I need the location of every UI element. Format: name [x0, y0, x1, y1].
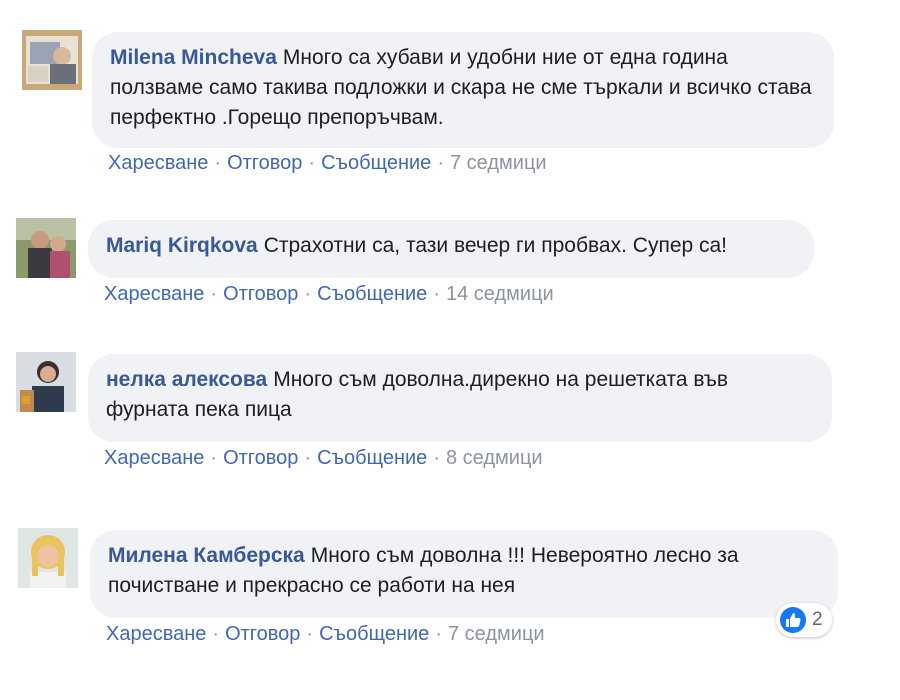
- avatar-image: [18, 528, 78, 588]
- avatar-image: [16, 352, 76, 412]
- comment-text: Страхотни са, тази вечер ги пробвах. Суп…: [263, 234, 728, 257]
- reply-link[interactable]: Отговор: [223, 283, 298, 305]
- avatar[interactable]: [16, 352, 76, 412]
- separator: ·: [210, 283, 218, 305]
- separator: ·: [433, 447, 440, 469]
- separator: ·: [308, 152, 316, 174]
- reply-link[interactable]: Отговор: [225, 623, 300, 645]
- message-link[interactable]: Съобщение: [317, 283, 427, 305]
- avatar-image: [22, 30, 82, 90]
- reply-link[interactable]: Отговор: [223, 447, 298, 469]
- comment-timestamp[interactable]: 14 седмици: [446, 283, 554, 305]
- separator: ·: [306, 623, 314, 645]
- comment-actions: Харесване · Отговор · Съобщение · 14 седмици: [104, 282, 554, 306]
- like-link[interactable]: Харесване: [104, 283, 204, 305]
- separator: ·: [304, 447, 312, 469]
- separator: ·: [435, 623, 442, 645]
- avatar[interactable]: [18, 528, 78, 588]
- like-link[interactable]: Харесване: [106, 623, 206, 645]
- like-icon: [780, 607, 806, 633]
- separator: ·: [433, 283, 440, 305]
- comment-bubble: Милена Камберска Много съм доволна !!! Не…: [90, 530, 838, 618]
- avatar-image: [16, 218, 76, 278]
- reply-link[interactable]: Отговор: [227, 152, 302, 174]
- comment-author[interactable]: Милена Камберска: [108, 544, 305, 567]
- comment-actions: Харесване · Отговор · Съобщение · 7 седмици: [106, 622, 545, 646]
- comment-actions: Харесване · Отговор · Съобщение · 7 седмици: [108, 151, 547, 175]
- message-link[interactable]: Съобщение: [319, 623, 429, 645]
- comment-timestamp[interactable]: 7 седмици: [448, 623, 545, 645]
- comment-thread: Milena Mincheva Много са хубави и удобни …: [0, 0, 900, 700]
- comment-timestamp[interactable]: 8 седмици: [446, 447, 543, 469]
- like-link[interactable]: Харесване: [104, 447, 204, 469]
- separator: ·: [304, 283, 312, 305]
- separator: ·: [212, 623, 220, 645]
- comment-timestamp[interactable]: 7 седмици: [450, 152, 547, 174]
- message-link[interactable]: Съобщение: [317, 447, 427, 469]
- reaction-count: 2: [812, 609, 823, 630]
- reaction-count-badge[interactable]: 2: [776, 603, 832, 637]
- separator: ·: [210, 447, 218, 469]
- comment-bubble: нелка алексова Много съм доволна.дирекно …: [88, 354, 832, 442]
- comment-author[interactable]: нелка алексова: [106, 368, 267, 391]
- comment-actions: Харесване · Отговор · Съобщение · 8 седмици: [104, 446, 543, 470]
- separator: ·: [437, 152, 444, 174]
- avatar[interactable]: [22, 30, 82, 90]
- like-link[interactable]: Харесване: [108, 152, 208, 174]
- separator: ·: [214, 152, 222, 174]
- comment-author[interactable]: Mariq Kirqkova: [106, 234, 258, 257]
- avatar[interactable]: [16, 218, 76, 278]
- message-link[interactable]: Съобщение: [321, 152, 431, 174]
- comment-bubble: Mariq Kirqkova Страхотни са, тази вечер г…: [88, 220, 814, 278]
- comment-bubble: Milena Mincheva Много са хубави и удобни …: [92, 32, 834, 148]
- comment-author[interactable]: Milena Mincheva: [110, 46, 277, 69]
